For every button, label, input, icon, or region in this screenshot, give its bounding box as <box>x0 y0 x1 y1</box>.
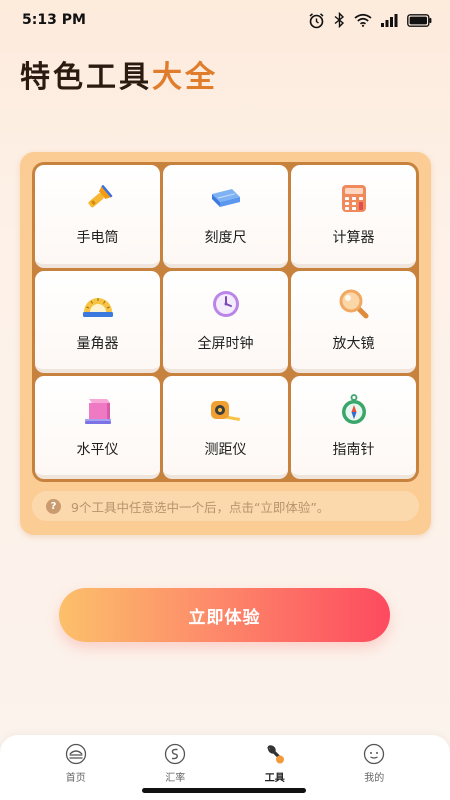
level-icon <box>81 393 115 427</box>
magnifier-icon <box>337 287 371 321</box>
page-title-part1: 特色工具 <box>20 60 152 95</box>
battery-icon <box>407 13 432 27</box>
tab-profile[interactable]: 我的 <box>344 743 404 784</box>
try-now-button[interactable]: 立即体验 <box>59 588 390 642</box>
ruler-icon <box>209 181 243 215</box>
hint-bar: ? 9个工具中任意选中一个后，点击“立即体验”。 <box>32 491 419 521</box>
tool-ruler[interactable]: 刻度尺 <box>163 165 288 268</box>
tool-flashlight[interactable]: 手电筒 <box>35 165 160 268</box>
protractor-icon <box>81 287 115 321</box>
tool-calculator[interactable]: 计算器 <box>291 165 416 268</box>
tool-magnifier[interactable]: 放大镜 <box>291 270 416 374</box>
tools-panel: 手电筒 刻度尺 计算器 量角器 全屏时钟 放大镜 水平仪 测距仪 指南针 ? 9… <box>20 152 431 535</box>
tool-label: 全屏时钟 <box>197 335 254 352</box>
tools-icon <box>264 743 286 765</box>
tool-label: 计算器 <box>332 230 375 247</box>
tool-label: 手电筒 <box>76 230 119 247</box>
status-time: 5:13 PM <box>22 12 86 28</box>
tab-label: 汇率 <box>165 773 186 784</box>
flashlight-icon <box>81 181 115 215</box>
signal-icon <box>381 13 398 27</box>
bluetooth-icon <box>334 12 345 28</box>
tool-label: 放大镜 <box>332 335 375 352</box>
compass-icon <box>337 393 371 427</box>
status-icons <box>308 12 432 29</box>
tool-clock[interactable]: 全屏时钟 <box>163 270 288 374</box>
tool-label: 刻度尺 <box>204 230 247 247</box>
tab-label: 我的 <box>364 773 385 784</box>
tab-exchange-rate[interactable]: 汇率 <box>145 743 205 784</box>
status-bar: 5:13 PM <box>0 0 450 40</box>
tape-measure-icon <box>209 393 243 427</box>
calculator-icon <box>337 181 371 215</box>
tab-label: 首页 <box>65 773 86 784</box>
question-icon: ? <box>46 498 61 514</box>
page-title: 特色工具大全 <box>20 52 218 96</box>
tool-label: 指南针 <box>332 441 375 458</box>
tab-home[interactable]: 首页 <box>46 743 106 784</box>
tool-label: 水平仪 <box>76 441 119 458</box>
tool-label: 测距仪 <box>204 441 247 458</box>
tab-tools[interactable]: 工具 <box>245 743 305 784</box>
tool-label: 量角器 <box>76 335 119 352</box>
exchange-icon <box>164 743 186 765</box>
tool-compass[interactable]: 指南针 <box>291 376 416 479</box>
tool-protractor[interactable]: 量角器 <box>35 270 160 374</box>
profile-icon <box>363 743 385 765</box>
tab-label: 工具 <box>264 773 285 784</box>
tools-grid: 手电筒 刻度尺 计算器 量角器 全屏时钟 放大镜 水平仪 测距仪 指南针 <box>32 162 419 482</box>
home-indicator <box>142 788 306 793</box>
home-icon <box>65 743 87 765</box>
alarm-icon <box>309 12 324 28</box>
wifi-icon <box>354 13 372 27</box>
hint-text: 9个工具中任意选中一个后，点击“立即体验”。 <box>71 499 330 515</box>
tool-tape-measure[interactable]: 测距仪 <box>163 376 288 479</box>
clock-icon <box>209 287 243 321</box>
page-title-part2: 大全 <box>152 60 218 95</box>
tool-level[interactable]: 水平仪 <box>35 376 160 479</box>
